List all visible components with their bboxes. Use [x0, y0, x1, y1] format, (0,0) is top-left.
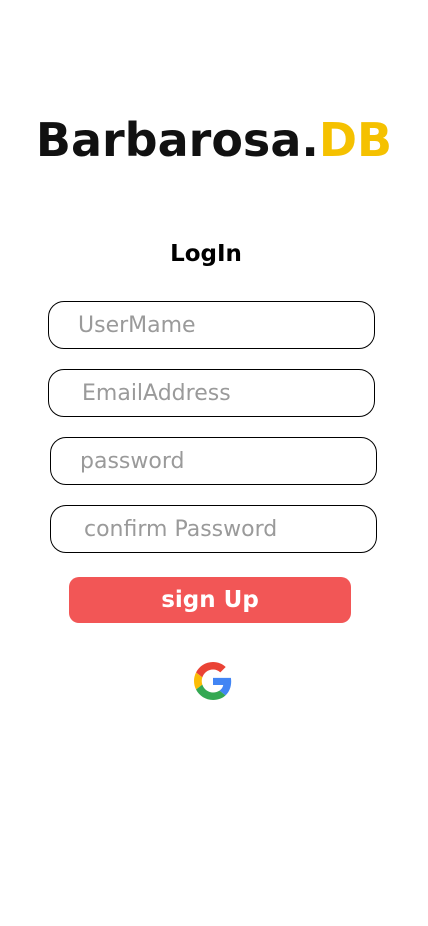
password-field-container	[50, 437, 377, 485]
google-icon	[194, 662, 232, 700]
google-sign-in-button[interactable]	[194, 662, 232, 700]
brand-accent: DB	[318, 113, 393, 167]
email-field-container	[48, 369, 375, 417]
password-input[interactable]	[51, 438, 376, 484]
sign-up-button[interactable]: sign Up	[69, 577, 351, 623]
confirm-password-field-container	[50, 505, 377, 553]
form-heading: LogIn	[170, 241, 242, 267]
confirm-password-input[interactable]	[51, 506, 376, 552]
username-field-container	[48, 301, 375, 349]
email-input[interactable]	[49, 370, 374, 416]
username-input[interactable]	[49, 302, 374, 348]
app-logo: Barbarosa.DB	[0, 110, 428, 170]
brand-name: Barbarosa.	[35, 113, 319, 167]
